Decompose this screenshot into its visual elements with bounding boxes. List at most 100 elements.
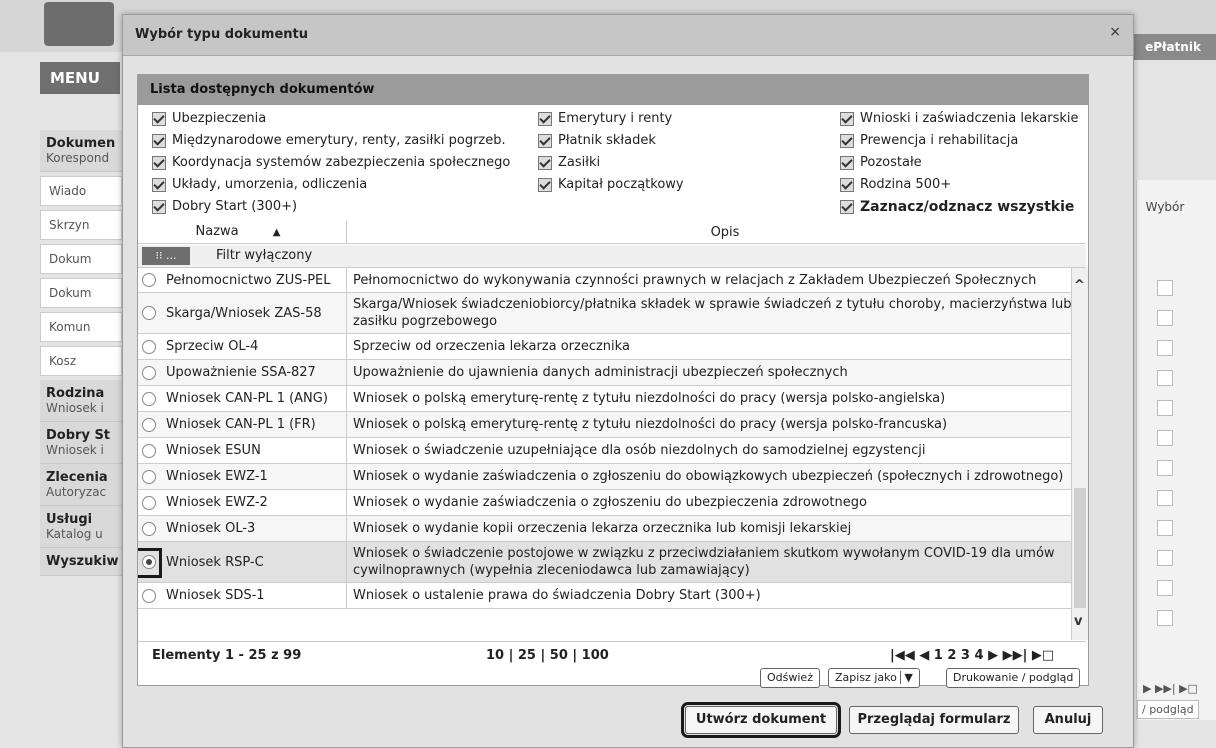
table-row-selected[interactable]: Wniosek RSP-C Wniosek o świadczenie posto… (138, 542, 1088, 583)
category-checkbox[interactable]: Prewencja i rehabilitacja (840, 133, 1018, 148)
menu-button[interactable]: MENU (40, 62, 120, 94)
background-print-button[interactable]: / podgląd (1137, 700, 1199, 719)
radio-button[interactable] (142, 521, 156, 536)
create-document-button[interactable]: Utwórz dokument (681, 702, 841, 738)
table-row[interactable]: Wniosek ESUN Wniosek o świadczenie uzupeł… (138, 438, 1088, 464)
table-row[interactable]: Skarga/Wniosek ZAS-58 Skarga/Wniosek świa… (138, 293, 1088, 334)
sidebar-item[interactable]: Dokum (40, 244, 122, 274)
sidebar-item[interactable]: Komun (40, 312, 122, 342)
page-navigation[interactable]: |◀◀ ◀ 1 2 3 4 ▶ ▶▶| ▶□ (890, 648, 1054, 663)
category-checkbox[interactable]: Zasiłki (538, 155, 600, 170)
sidebar-section-sub: Autoryzac (46, 485, 107, 499)
browse-form-button[interactable]: Przeglądaj formularz (849, 706, 1019, 734)
row-name: Skarga/Wniosek ZAS-58 (166, 305, 322, 321)
save-as-button[interactable]: Zapisz jako ▼ (828, 668, 920, 688)
checkbox-icon (538, 177, 552, 192)
sidebar-section[interactable]: Usługi Katalog u (40, 506, 122, 548)
category-checkbox[interactable]: Kapitał początkowy (538, 177, 684, 192)
radio-button[interactable] (142, 339, 156, 354)
radio-button[interactable] (142, 588, 156, 603)
table-row[interactable]: Pełnomocnictwo ZUS-PEL Pełnomocnictwo do … (138, 268, 1088, 293)
row-name: Wniosek OL-3 (166, 521, 256, 536)
row-checkbox[interactable] (1157, 490, 1173, 506)
sidebar-section[interactable]: Zlecenia Autoryzac (40, 464, 122, 506)
table-row[interactable]: Wniosek CAN-PL 1 (ANG) Wniosek o polską e… (138, 386, 1088, 412)
row-description: Wniosek o wydanie zaświadczenia o zgłosz… (346, 464, 1088, 489)
radio-button[interactable] (142, 555, 156, 569)
sidebar-section-sub: Korespond (46, 151, 110, 165)
radio-button[interactable] (142, 306, 156, 320)
row-description: Pełnomocnictwo do wykonywania czynności … (346, 268, 1088, 292)
sidebar-item[interactable]: Skrzyn (40, 210, 122, 240)
sidebar-item[interactable]: Wiado (40, 176, 122, 206)
refresh-button[interactable]: Odśwież (760, 668, 820, 688)
checkbox-icon (840, 177, 854, 192)
row-checkbox[interactable] (1157, 280, 1173, 296)
filter-button[interactable]: ⁝⁝ ... (142, 247, 190, 265)
radio-button[interactable] (142, 365, 156, 380)
row-checkbox[interactable] (1157, 430, 1173, 446)
sidebar-item[interactable]: Dokum (40, 278, 122, 308)
row-checkbox[interactable] (1157, 610, 1173, 626)
category-checkbox[interactable]: Rodzina 500+ (840, 177, 951, 192)
table-row[interactable]: Wniosek EWZ-2 Wniosek o wydanie zaświadcz… (138, 490, 1088, 516)
row-checkbox[interactable] (1157, 340, 1173, 356)
radio-button[interactable] (142, 417, 156, 432)
radio-button[interactable] (142, 273, 156, 287)
row-checkbox[interactable] (1157, 400, 1173, 416)
row-description: Wniosek o świadczenie uzupełniające dla … (346, 438, 1088, 463)
sidebar-section-dokumenty[interactable]: Dokumen Korespond (40, 130, 122, 172)
table-row[interactable]: Wniosek CAN-PL 1 (FR) Wniosek o polską em… (138, 412, 1088, 438)
row-name: Wniosek RSP-C (166, 554, 264, 570)
table-row[interactable]: Wniosek EWZ-1 Wniosek o wydanie zaświadcz… (138, 464, 1088, 490)
eplatnik-tab[interactable]: ePłatnik (1130, 34, 1216, 60)
category-checkbox[interactable]: Wnioski i zaświadczenia lekarskie (840, 111, 1079, 126)
select-all-checkbox[interactable]: Zaznacz/odznacz wszystkie (840, 199, 1074, 215)
row-checkbox[interactable] (1157, 520, 1173, 536)
category-checkbox[interactable]: Międzynarodowe emerytury, renty, zasiłki… (152, 133, 506, 148)
row-name: Pełnomocnictwo ZUS-PEL (166, 272, 331, 288)
table-row[interactable]: Sprzeciw OL-4 Sprzeciw od orzeczenia leka… (138, 334, 1088, 360)
row-name: Wniosek CAN-PL 1 (FR) (166, 417, 316, 432)
close-icon[interactable]: × (1109, 24, 1121, 40)
sidebar-section[interactable]: Wyszukiw (40, 548, 122, 576)
scroll-thumb[interactable] (1074, 488, 1086, 608)
table-row[interactable]: Wniosek OL-3 Wniosek o wydanie kopii orze… (138, 516, 1088, 542)
scroll-down-icon[interactable]: v (1074, 614, 1082, 629)
category-checkbox[interactable]: Płatnik składek (538, 133, 656, 148)
category-checkbox[interactable]: Dobry Start (300+) (152, 199, 297, 214)
row-checkbox[interactable] (1157, 580, 1173, 596)
column-nazwa[interactable]: Nazwa ▲ (138, 221, 338, 243)
cancel-button[interactable]: Anuluj (1033, 706, 1103, 734)
sidebar-section-title: Dobry St (46, 428, 111, 443)
table-row[interactable]: Wniosek SDS-1 Wniosek o ustalenie prawa d… (138, 583, 1088, 609)
category-checkbox[interactable]: Emerytury i renty (538, 111, 672, 126)
column-opis[interactable]: Opis (346, 221, 1103, 243)
radio-button[interactable] (142, 443, 156, 458)
category-checkbox[interactable]: Układy, umorzenia, odliczenia (152, 177, 367, 192)
row-checkbox[interactable] (1157, 370, 1173, 386)
list-scrollbar[interactable]: ^ v (1071, 268, 1088, 640)
sidebar-section[interactable]: Rodzina Wniosek i (40, 380, 122, 422)
radio-button[interactable] (142, 391, 156, 406)
row-name: Wniosek EWZ-2 (166, 495, 268, 510)
print-preview-button[interactable]: Drukowanie / podgląd (946, 668, 1081, 688)
category-checkbox[interactable]: Ubezpieczenia (152, 111, 266, 126)
scroll-up-icon[interactable]: ^ (1074, 278, 1085, 293)
sidebar-item[interactable]: Kosz (40, 346, 122, 376)
checkbox-icon (152, 155, 166, 170)
background-pager[interactable]: ▶ ▶▶| ▶□ (1143, 682, 1198, 695)
row-checkbox[interactable] (1157, 460, 1173, 476)
sidebar-section-sub: Wniosek i (46, 443, 104, 457)
sidebar-section[interactable]: Dobry St Wniosek i (40, 422, 122, 464)
category-checkbox[interactable]: Pozostałe (840, 155, 922, 170)
radio-button[interactable] (142, 469, 156, 484)
category-checkbox[interactable]: Koordynacja systemów zabezpieczenia społ… (152, 155, 510, 170)
radio-button[interactable] (142, 495, 156, 510)
row-checkbox[interactable] (1157, 310, 1173, 326)
sort-asc-icon: ▲ (272, 227, 281, 238)
table-row[interactable]: Upoważnienie SSA-827 Upoważnienie do ujaw… (138, 360, 1088, 386)
dropdown-arrow-icon[interactable]: ▼ (900, 671, 913, 684)
page-size-selector[interactable]: 10 | 25 | 50 | 100 (486, 648, 609, 663)
row-checkbox[interactable] (1157, 550, 1173, 566)
